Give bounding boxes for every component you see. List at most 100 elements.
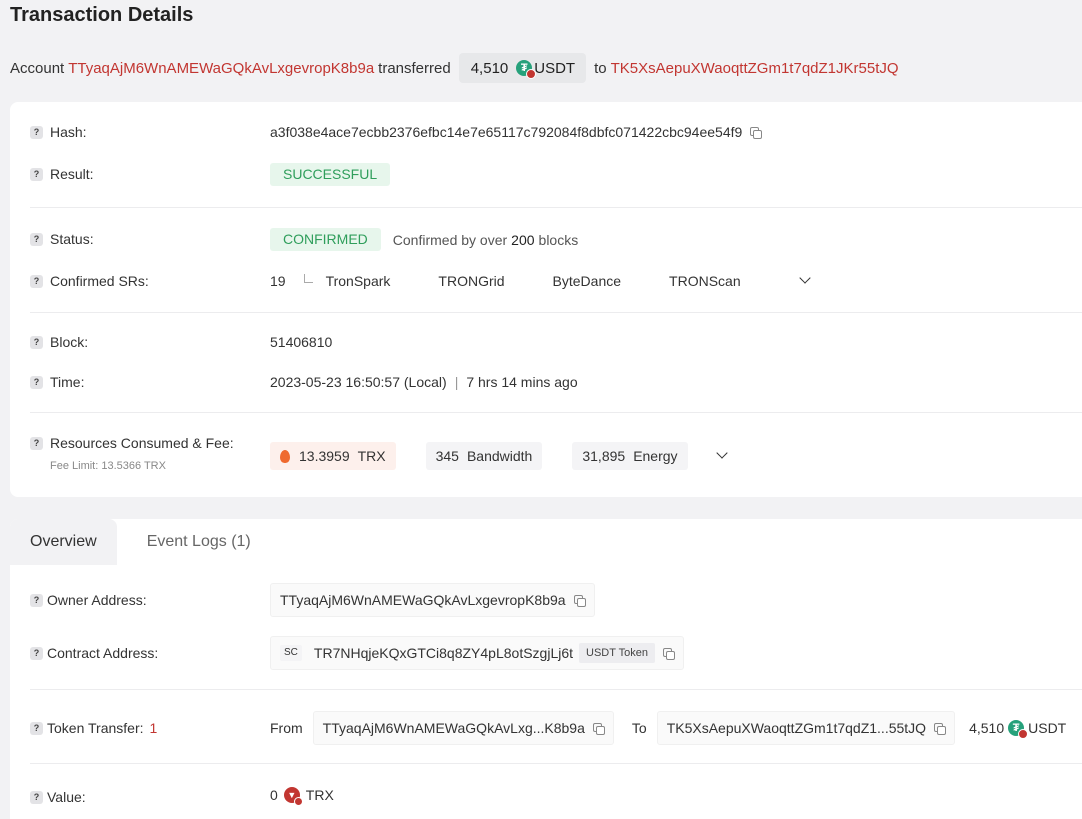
chevron-down-icon[interactable] (798, 272, 811, 284)
result-label: ? Result: (30, 166, 94, 182)
fee-pill: 13.3959 TRX (270, 442, 396, 470)
transfer-amount: 4,510 (969, 720, 1005, 736)
time-separator: | (454, 374, 459, 390)
transfer-from-link[interactable]: TTyaqAjM6WnAMEWaGQkAvLxg...K8b9a (323, 720, 585, 736)
time-label: ? Time: (30, 374, 84, 390)
owner-address-value: TTyaqAjM6WnAMEWaGQkAvLxgevropK8b9a (270, 583, 595, 617)
contract-address-link[interactable]: TR7NHqjeKQxGTCi8q8ZY4pL8otSzgjLj6t (314, 645, 573, 661)
transfer-to-word: To (631, 720, 647, 736)
tab-event-logs[interactable]: Event Logs (1) (127, 519, 271, 565)
result-badge: SUCCESSFUL (270, 163, 391, 186)
question-mark-icon[interactable]: ? (30, 721, 43, 735)
energy-value: 31,895 (582, 448, 626, 464)
copy-icon[interactable] (663, 647, 675, 660)
energy-pill: 31,895 Energy (572, 442, 688, 470)
divider (30, 412, 1082, 413)
block-label: ? Block: (30, 334, 88, 350)
contract-address-label-text: Contract Address: (47, 645, 159, 661)
owner-address-label-text: Owner Address: (47, 592, 147, 608)
smart-contract-badge: SC (280, 645, 302, 661)
sr-item[interactable]: ByteDance (553, 273, 621, 289)
time-ago: 7 hrs 14 mins ago (466, 374, 578, 390)
summary-account-word: Account (10, 59, 65, 77)
contract-address-label: ? Contract Address: (30, 645, 158, 661)
copy-icon[interactable] (750, 126, 763, 139)
sr-item[interactable]: TRONScan (669, 273, 741, 289)
status-label-text: Status: (50, 231, 94, 247)
question-mark-icon[interactable]: ? (30, 375, 43, 389)
value-value: 0 ▼ TRX (270, 787, 334, 806)
transfer-token-link[interactable]: USDT (1028, 720, 1066, 736)
copy-icon[interactable] (934, 722, 947, 735)
copy-icon[interactable] (592, 722, 605, 735)
token-transfer-label-text: Token Transfer: (47, 720, 144, 736)
overview-card: Overview Event Logs (1) ? Owner Address:… (10, 519, 1082, 819)
transfer-to-link[interactable]: TK5XsAepuXWaoqttZGm1t7qdZ1...55tJQ (667, 720, 926, 736)
summary-to-address-link[interactable]: TK5XsAepuXWaoqttZGm1t7qdZ1JKr55tJQ (611, 60, 899, 77)
question-mark-icon[interactable]: ? (30, 436, 43, 450)
question-mark-icon[interactable]: ? (30, 274, 43, 288)
summary-amount: 4,510 (470, 59, 509, 77)
question-mark-icon[interactable]: ? (30, 232, 43, 246)
transfer-from-box: TTyaqAjM6WnAMEWaGQkAvLxg...K8b9a (312, 711, 614, 745)
question-mark-icon[interactable]: ? (30, 790, 43, 804)
fee-unit: TRX (357, 448, 386, 464)
question-mark-icon[interactable]: ? (30, 335, 43, 349)
contract-address-box: SC TR7NHqjeKQxGTCi8q8ZY4pL8otSzgjLj6t US… (270, 636, 684, 670)
energy-unit: Energy (633, 448, 678, 464)
sr-item[interactable]: TRONGrid (438, 273, 504, 289)
contract-token-tag[interactable]: USDT Token (579, 643, 655, 663)
question-mark-icon[interactable]: ? (30, 125, 43, 139)
srs-count: 19 (270, 273, 286, 289)
status-label: ? Status: (30, 231, 94, 247)
confirmed-suffix: blocks (538, 231, 579, 248)
hash-value: a3f038e4ace7ecbb2376efbc14e7e65117c79208… (270, 124, 763, 140)
resources-label: ? Resources Consumed & Fee: (30, 435, 234, 451)
chevron-down-icon[interactable] (715, 447, 728, 459)
fee-limit: Fee Limit: 13.5366 TRX (50, 460, 166, 472)
value-unit: TRX (305, 787, 334, 803)
hash-label: ? Hash: (30, 124, 87, 140)
divider (30, 763, 1082, 764)
value-amount: 0 (270, 787, 278, 803)
sr-item[interactable]: TronSpark (326, 273, 391, 289)
transfer-summary: Account TTyaqAjM6WnAMEWaGQkAvLxgevropK8b… (10, 52, 899, 84)
hash-text: a3f038e4ace7ecbb2376efbc14e7e65117c79208… (270, 124, 743, 140)
token-transfer-label: ? Token Transfer: 1 (30, 720, 157, 736)
tab-bar: Overview Event Logs (1) (10, 519, 271, 565)
confirmed-srs-label-text: Confirmed SRs: (50, 273, 149, 289)
transaction-details-card: ? Hash: a3f038e4ace7ecbb2376efbc14e7e651… (10, 102, 1082, 497)
summary-to-word: to (594, 59, 607, 77)
time-label-text: Time: (50, 374, 85, 390)
bandwidth-pill: 345 Bandwidth (425, 442, 543, 470)
fee-value: 13.3959 (299, 448, 350, 464)
block-value: 51406810 (270, 334, 332, 350)
block-number-link[interactable]: 51406810 (270, 334, 332, 350)
confirmed-prefix: Confirmed by over (392, 231, 508, 248)
fire-icon (280, 449, 290, 463)
time-local: 2023-05-23 16:50:57 (Local) (270, 374, 447, 390)
tether-icon: ₮ (1008, 720, 1029, 739)
copy-icon[interactable] (573, 594, 586, 607)
value-label-text: Value: (47, 789, 86, 805)
owner-address-box: TTyaqAjM6WnAMEWaGQkAvLxgevropK8b9a (270, 583, 595, 617)
transfer-to-box: TK5XsAepuXWaoqttZGm1t7qdZ1...55tJQ (656, 711, 956, 745)
question-mark-icon[interactable]: ? (30, 646, 43, 660)
tron-icon: ▼ (283, 787, 303, 806)
page-title: Transaction Details (10, 4, 194, 26)
tether-icon: ₮ (516, 60, 537, 79)
tab-overview[interactable]: Overview (10, 519, 117, 565)
token-transfer-value: From TTyaqAjM6WnAMEWaGQkAvLxg...K8b9a To… (270, 711, 1066, 745)
result-label-text: Result: (50, 166, 94, 182)
contract-address-value: SC TR7NHqjeKQxGTCi8q8ZY4pL8otSzgjLj6t US… (270, 636, 684, 670)
owner-address-link[interactable]: TTyaqAjM6WnAMEWaGQkAvLxgevropK8b9a (280, 592, 566, 608)
summary-token[interactable]: USDT (534, 60, 575, 77)
block-label-text: Block: (50, 334, 89, 350)
question-mark-icon[interactable]: ? (30, 167, 43, 181)
divider (30, 689, 1082, 690)
question-mark-icon[interactable]: ? (30, 593, 43, 607)
value-label: ? Value: (30, 789, 86, 805)
bandwidth-value: 345 (435, 448, 459, 464)
time-value: 2023-05-23 16:50:57 (Local) | 7 hrs 14 m… (270, 374, 578, 390)
summary-from-address-link[interactable]: TTyaqAjM6WnAMEWaGQkAvLxgevropK8b9a (68, 60, 374, 77)
